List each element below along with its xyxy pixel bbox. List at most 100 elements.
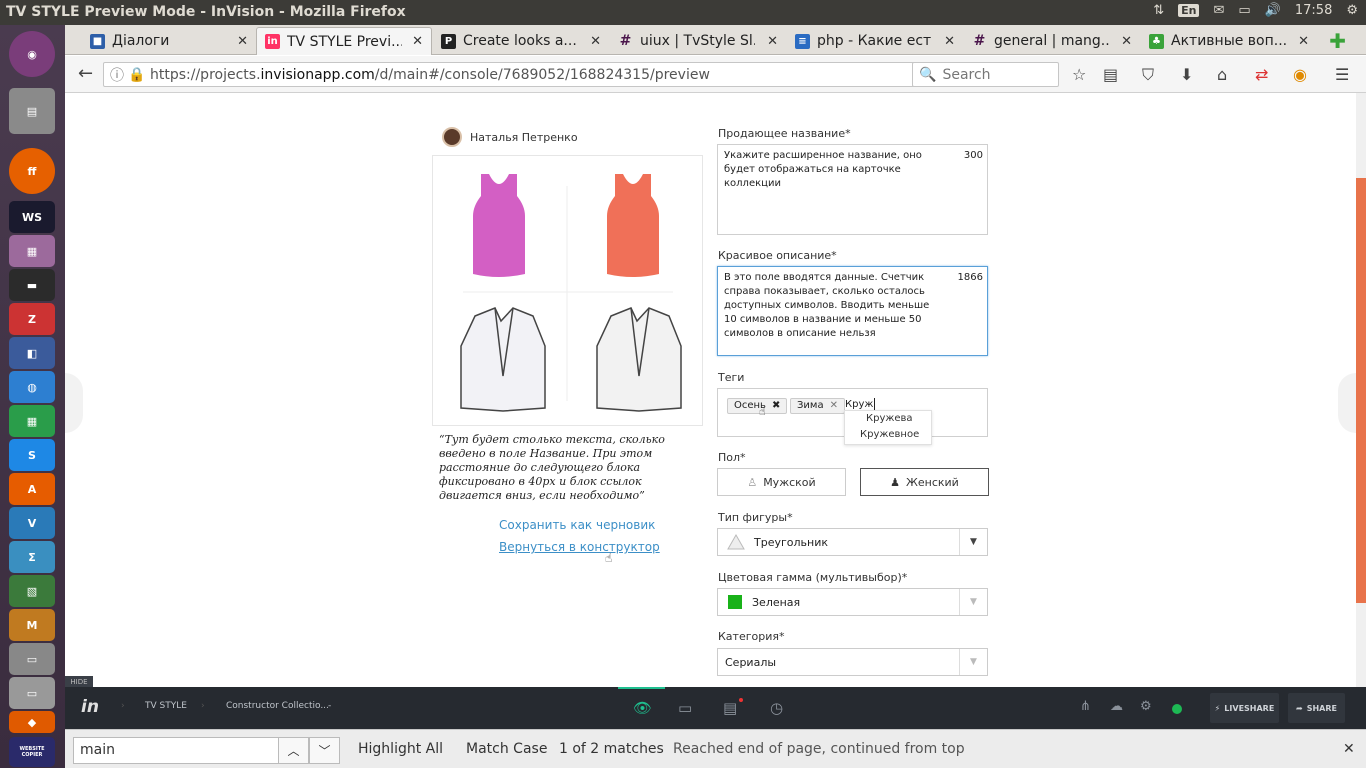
save-draft-link[interactable]: Сохранить как черновик [499, 518, 655, 532]
chevron-down-icon: ﹀ [318, 744, 331, 758]
pocket-icon[interactable]: ⛉ [1142, 65, 1154, 85]
app-icon-3[interactable]: ◧ [9, 337, 55, 369]
invision-logo-icon[interactable]: in [81, 697, 99, 717]
download-icon[interactable]: ⬇ [1180, 65, 1193, 84]
suggestion-item[interactable]: Кружева [845, 411, 931, 428]
battery-icon[interactable]: ▭ [1238, 3, 1250, 18]
close-icon[interactable]: ✕ [1298, 34, 1309, 49]
breadcrumb-screen[interactable]: Constructor Collectio... [226, 701, 329, 711]
page-content: Наталья Петренко “Тут будет столько текс… [65, 93, 1366, 687]
tab-php-stackoverflow[interactable]: ≡ php - Какие ест... ✕ [787, 27, 963, 55]
new-tab-plus-icon[interactable]: ✚ [1329, 29, 1346, 53]
breadcrumb-project[interactable]: TV STYLE [145, 701, 187, 711]
preview-eye-icon[interactable]: 👁 [633, 699, 652, 717]
url-bar[interactable]: ⓘ 🔒 https://projects.invisionapp.com/d/m… [103, 62, 967, 87]
close-icon[interactable]: ✕ [1121, 34, 1132, 49]
tab-create-looks[interactable]: P Create looks a... ✕ [433, 27, 609, 55]
highlight-all-toggle[interactable]: Highlight All [358, 741, 443, 757]
reader-list-icon[interactable]: ▤ [1103, 65, 1118, 84]
firefox-icon[interactable]: ff [9, 148, 55, 194]
bookmark-star-icon[interactable]: ☆ [1072, 65, 1086, 84]
close-icon[interactable]: ✕ [944, 34, 955, 49]
app-icon-9[interactable]: M [9, 609, 55, 641]
comment-mode-icon[interactable]: ▭ [678, 699, 692, 717]
tab-tv-style[interactable]: in TV STYLE Previ... ✕ [256, 27, 432, 55]
settings-gear-icon[interactable]: ⚙ [1346, 3, 1358, 18]
app-icon-10[interactable]: ▭ [9, 643, 55, 675]
addon-icon[interactable]: ◉ [1293, 65, 1307, 84]
app-icon-7[interactable]: Σ [9, 541, 55, 573]
back-to-constructor-link[interactable]: Вернуться в конструктор [499, 540, 660, 554]
prev-screen-arrow[interactable] [65, 373, 83, 433]
close-icon[interactable]: ✕ [1343, 741, 1355, 757]
remove-tag-icon[interactable]: ✖ [772, 399, 780, 413]
sell-name-counter: 300 [963, 150, 983, 161]
close-icon[interactable]: ✕ [590, 34, 601, 49]
settings-gear-icon[interactable]: ⚙ [1140, 699, 1152, 714]
tab-label: Діалоги [112, 33, 170, 49]
volume-icon[interactable]: 🔊 [1265, 3, 1281, 18]
tab-general-slack[interactable]: # general | mang... ✕ [964, 27, 1140, 55]
find-input[interactable]: main [73, 737, 279, 764]
category-select[interactable]: Сериалы ▼ [717, 648, 988, 676]
filezilla-icon[interactable]: Z [9, 303, 55, 335]
ubuntu-dash-icon[interactable]: ◉ [9, 31, 55, 77]
clothing-images [460, 174, 682, 412]
sell-name-field[interactable]: Укажите расширенное название, оно будет … [717, 144, 988, 235]
info-icon[interactable]: ⓘ [110, 65, 124, 85]
scrollbar-thumb[interactable] [1356, 178, 1366, 603]
app-icon-6[interactable]: V [9, 507, 55, 539]
close-icon[interactable]: ✕ [237, 34, 248, 49]
chat-icon: ■ [90, 33, 105, 49]
tab-dialogs[interactable]: ■ Діалоги ✕ [82, 27, 256, 55]
breadcrumb-dash: - [328, 701, 332, 711]
webstorm-icon[interactable]: WS [9, 201, 55, 233]
suggestion-item[interactable]: Кружевное [845, 428, 931, 445]
share-button[interactable]: ➦ SHARE [1288, 693, 1345, 723]
gender-male-button[interactable]: ♙ Мужской [717, 468, 846, 496]
app-icon-2[interactable]: ▬ [9, 269, 55, 301]
notes-icon[interactable]: ▤ [723, 699, 737, 717]
figure-type-select[interactable]: Треугольник ▼ [717, 528, 988, 556]
network-icon[interactable]: ⇅ [1153, 3, 1164, 18]
app-icon-5[interactable]: A [9, 473, 55, 505]
close-icon[interactable]: ✕ [412, 34, 423, 49]
liveshare-button[interactable]: ⚡ LIVESHARE [1210, 693, 1279, 723]
clock[interactable]: 17:58 [1295, 3, 1332, 18]
page-scrollbar[interactable] [1356, 93, 1366, 687]
remove-tag-icon[interactable]: ✕ [830, 399, 838, 413]
history-clock-icon[interactable]: ◷ [770, 699, 783, 717]
home-icon[interactable]: ⌂ [1217, 65, 1227, 84]
file-manager-icon[interactable]: ▤ [9, 88, 55, 134]
menu-hamburger-icon[interactable]: ☰ [1335, 65, 1349, 84]
mail-icon[interactable]: ✉ [1213, 3, 1224, 18]
download-cloud-icon[interactable]: ☁ [1110, 699, 1123, 714]
spreadsheet-icon[interactable]: ▦ [9, 405, 55, 437]
gender-female-button[interactable]: ♟ Женский [860, 468, 989, 496]
search-bar[interactable]: 🔍 Search [912, 62, 1059, 87]
match-case-toggle[interactable]: Match Case [466, 741, 547, 757]
author-block: Наталья Петренко [442, 127, 578, 147]
app-icon-1[interactable]: ▦ [9, 235, 55, 267]
hide-toolbar-button[interactable]: HIDE [65, 676, 93, 687]
app-icon-8[interactable]: ▧ [9, 575, 55, 607]
hand-cursor-icon: ☝ [759, 405, 766, 418]
app-icon-12[interactable]: ◆ [9, 711, 55, 733]
gender-female-label: Женский [906, 475, 959, 489]
find-previous-button[interactable]: ︿ [278, 737, 309, 764]
sync-arrows-icon[interactable]: ⇄ [1255, 65, 1268, 84]
find-next-button[interactable]: ﹀ [309, 737, 340, 764]
app-icon-4[interactable]: ◍ [9, 371, 55, 403]
breadcrumb-separator-icon: › [201, 701, 205, 711]
color-select[interactable]: Зеленая ▼ [717, 588, 988, 616]
description-field[interactable]: В это поле вводятся данные. Счетчик спра… [717, 266, 988, 356]
tab-active-questions[interactable]: ♣ Активные воп... ✕ [1141, 27, 1317, 55]
tab-uiux-slack[interactable]: # uiux | TvStyle Sl... ✕ [610, 27, 786, 55]
website-copier-icon[interactable]: WEBSITE COPIER [9, 737, 55, 767]
share-nodes-icon[interactable]: ⋔ [1080, 699, 1091, 714]
skype-icon[interactable]: S [9, 439, 55, 471]
app-icon-11[interactable]: ▭ [9, 677, 55, 709]
back-arrow-icon[interactable]: ← [78, 63, 93, 84]
close-icon[interactable]: ✕ [767, 34, 778, 49]
keyboard-language[interactable]: En [1178, 4, 1200, 17]
